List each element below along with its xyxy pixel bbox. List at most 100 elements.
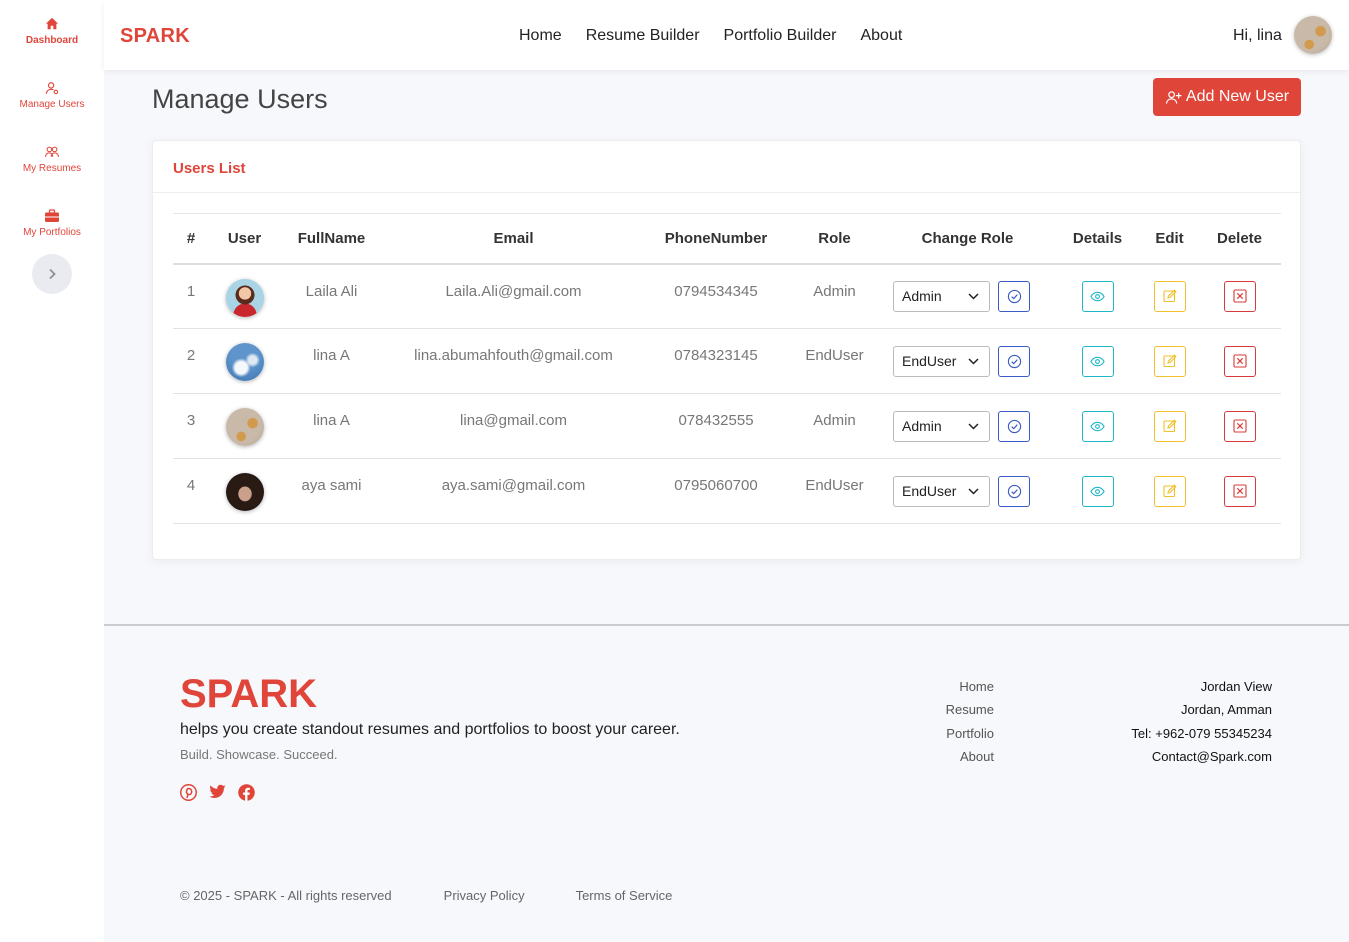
role-select-value: Admin xyxy=(902,418,942,434)
email: lina@gmail.com xyxy=(383,393,644,459)
main-nav: Home Resume Builder Portfolio Builder Ab… xyxy=(519,27,902,45)
user-plus-icon xyxy=(1165,90,1182,104)
footer-link-resume[interactable]: Resume xyxy=(894,698,994,721)
role: EndUser xyxy=(788,458,881,524)
delete-button[interactable] xyxy=(1223,345,1256,377)
pinterest-icon[interactable] xyxy=(180,784,197,801)
nav-home[interactable]: Home xyxy=(519,27,562,45)
sidebar-toggle-button[interactable] xyxy=(32,254,72,294)
details-button[interactable] xyxy=(1081,475,1114,507)
profile-avatar[interactable] xyxy=(1294,16,1332,54)
chevron-down-icon xyxy=(968,357,979,365)
role: Admin xyxy=(788,263,881,329)
column-header: User xyxy=(209,213,280,265)
full-name: lina A xyxy=(280,328,383,394)
nav-portfolio-builder[interactable]: Portfolio Builder xyxy=(724,27,837,45)
role-select[interactable]: EndUser xyxy=(893,475,990,507)
edit-button[interactable] xyxy=(1153,475,1186,507)
users-list-card: Users List # User FullName Email PhoneNu… xyxy=(152,140,1301,560)
column-header: FullName xyxy=(280,213,383,265)
delete-button[interactable] xyxy=(1223,410,1256,442)
role-select[interactable]: Admin xyxy=(893,410,990,442)
row-number: 1 xyxy=(173,263,209,329)
close-square-icon xyxy=(1232,354,1247,368)
confirm-role-button[interactable] xyxy=(998,280,1030,312)
role-select-value: Admin xyxy=(902,288,942,305)
full-name: lina A xyxy=(280,393,383,459)
eye-icon xyxy=(1090,356,1105,366)
sidebar-item-my-portfolios[interactable]: My Portfolios xyxy=(0,209,104,238)
add-new-user-button[interactable]: Add New User xyxy=(1153,78,1301,116)
confirm-role-button[interactable] xyxy=(998,345,1030,377)
twitter-icon[interactable] xyxy=(209,784,226,801)
user-avatar xyxy=(225,278,264,317)
footer-subtitle: Build. Showcase. Succeed. xyxy=(180,747,338,762)
footer-link-portfolio[interactable]: Portfolio xyxy=(894,722,994,745)
edit-button[interactable] xyxy=(1153,410,1186,442)
confirm-role-button[interactable] xyxy=(998,475,1030,507)
footer-link-home[interactable]: Home xyxy=(894,675,994,698)
edit-icon xyxy=(1162,419,1177,433)
table-row: 1 Laila Ali Laila.Ali@gmail.com 07945343… xyxy=(173,263,1281,329)
column-header: Role xyxy=(788,213,881,265)
full-name: Laila Ali xyxy=(280,263,383,329)
user-avatar xyxy=(225,343,264,381)
eye-icon xyxy=(1090,486,1105,496)
sidebar: Dashboard Manage Users My Resumes My Por… xyxy=(0,0,104,942)
close-square-icon xyxy=(1232,289,1247,303)
delete-button[interactable] xyxy=(1223,280,1256,312)
close-square-icon xyxy=(1232,419,1247,433)
delete-button[interactable] xyxy=(1223,475,1256,507)
nav-about[interactable]: About xyxy=(860,27,902,45)
chevron-down-icon xyxy=(968,422,979,430)
sidebar-item-dashboard[interactable]: Dashboard xyxy=(0,17,104,46)
role-select-value: EndUser xyxy=(902,353,957,369)
role-select[interactable]: Admin xyxy=(893,280,990,312)
nav-resume-builder[interactable]: Resume Builder xyxy=(586,27,700,45)
check-circle-icon xyxy=(1007,354,1021,368)
brand-logo[interactable]: SPARK xyxy=(120,25,190,48)
table-row: 4 aya sami aya.sami@gmail.com 0795060700… xyxy=(173,458,1281,524)
terms-of-service-link[interactable]: Terms of Service xyxy=(576,888,673,903)
add-new-user-label: Add New User xyxy=(1185,88,1290,105)
sidebar-item-label: Dashboard xyxy=(25,35,79,46)
row-number: 4 xyxy=(173,458,209,524)
card-title: Users List xyxy=(153,141,1300,193)
footer-link-about[interactable]: About xyxy=(894,745,994,768)
edit-button[interactable] xyxy=(1153,280,1186,312)
eye-icon xyxy=(1090,291,1105,302)
facebook-icon[interactable] xyxy=(238,784,255,801)
footer-brand: SPARK xyxy=(180,672,318,716)
contact-city: Jordan, Amman xyxy=(1180,702,1272,718)
chevron-right-icon xyxy=(49,268,56,280)
phone-number: 0784323145 xyxy=(644,328,788,394)
table-row: 2 lina A lina.abumahfouth@gmail.com 0784… xyxy=(173,328,1281,394)
column-header: PhoneNumber xyxy=(644,213,788,265)
email: Laila.Ali@gmail.com xyxy=(383,263,644,329)
column-header: Email xyxy=(383,213,644,265)
phone-number: 0795060700 xyxy=(644,458,788,524)
sidebar-item-my-resumes[interactable]: My Resumes xyxy=(0,145,104,174)
role-select-value: EndUser xyxy=(902,483,957,499)
column-header: Details xyxy=(1054,213,1141,265)
details-button[interactable] xyxy=(1081,345,1114,377)
edit-button[interactable] xyxy=(1153,345,1186,377)
copyright: © 2025 - SPARK - All rights reserved xyxy=(180,888,392,903)
users-table: # User FullName Email PhoneNumber Role C… xyxy=(173,213,1281,524)
user-avatar xyxy=(225,408,264,446)
role: EndUser xyxy=(788,328,881,394)
details-button[interactable] xyxy=(1081,280,1114,312)
page-title: Manage Users xyxy=(152,84,328,114)
footer-contact: Jordan View Jordan, Amman Tel: +962-079 … xyxy=(1072,675,1272,768)
privacy-policy-link[interactable]: Privacy Policy xyxy=(444,888,525,903)
confirm-role-button[interactable] xyxy=(998,410,1030,442)
contact-phone: Tel: +962-079 55345234 xyxy=(1131,725,1272,741)
table-row: 3 lina A lina@gmail.com 078432555 Admin … xyxy=(173,393,1281,459)
details-button[interactable] xyxy=(1081,410,1114,442)
role-select[interactable]: EndUser xyxy=(893,345,990,377)
briefcase-icon xyxy=(45,209,59,222)
email: lina.abumahfouth@gmail.com xyxy=(383,328,644,394)
sidebar-item-manage-users[interactable]: Manage Users xyxy=(0,81,104,110)
full-name: aya sami xyxy=(280,458,383,524)
phone-number: 0794534345 xyxy=(644,263,788,329)
